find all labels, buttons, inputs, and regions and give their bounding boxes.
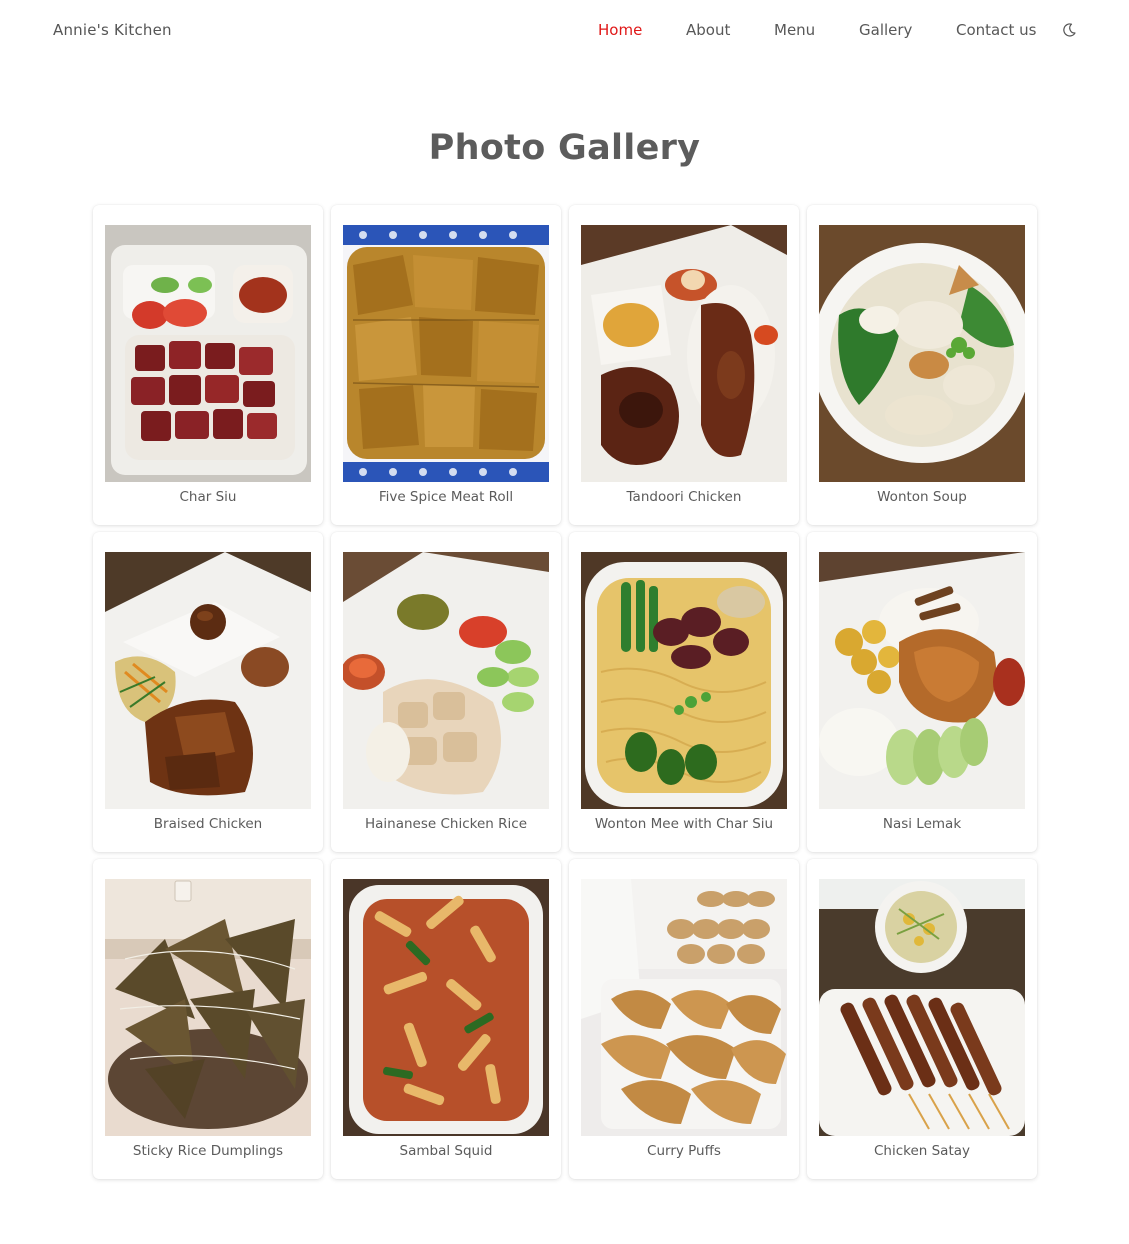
photo-caption: Chicken Satay (873, 1143, 971, 1159)
nav-menu[interactable]: Menu (774, 21, 815, 39)
nasi-lemak-photo[interactable] (819, 552, 1025, 809)
gallery-card[interactable]: Wonton Soup (807, 205, 1037, 525)
gallery-card[interactable]: Sticky Rice Dumplings (93, 859, 323, 1179)
navbar: Annie's Kitchen Home About Menu Gallery … (0, 0, 1129, 62)
photo-caption: Braised Chicken (153, 816, 263, 832)
gallery-card[interactable]: Wonton Mee with Char Siu (569, 532, 799, 852)
photo-caption: Wonton Soup (877, 489, 967, 505)
photo-caption: Curry Puffs (647, 1143, 721, 1159)
moon-icon[interactable] (1061, 22, 1077, 38)
gallery-card[interactable]: Nasi Lemak (807, 532, 1037, 852)
photo-caption: Five Spice Meat Roll (378, 489, 514, 505)
photo-caption: Sambal Squid (399, 1143, 493, 1159)
hainanese-chicken-rice-photo[interactable] (343, 552, 549, 809)
gallery-card[interactable]: Braised Chicken (93, 532, 323, 852)
nav-contact[interactable]: Contact us (956, 21, 1036, 39)
sambal-squid-photo[interactable] (343, 879, 549, 1136)
photo-caption: Hainanese Chicken Rice (365, 816, 527, 832)
photo-caption: Tandoori Chicken (626, 489, 742, 505)
nav-home[interactable]: Home (598, 21, 642, 39)
gallery-card[interactable]: Tandoori Chicken (569, 205, 799, 525)
gallery-card[interactable]: Char Siu (93, 205, 323, 525)
gallery-card[interactable]: Hainanese Chicken Rice (331, 532, 561, 852)
photo-caption: Sticky Rice Dumplings (132, 1143, 284, 1159)
photo-caption: Char Siu (179, 489, 237, 505)
curry-puffs-photo[interactable] (581, 879, 787, 1136)
wonton-mee-photo[interactable] (581, 552, 787, 809)
gallery-card[interactable]: Curry Puffs (569, 859, 799, 1179)
page-title: Photo Gallery (428, 128, 701, 168)
nav-links: Home About Menu Gallery Contact us (0, 21, 1129, 43)
wonton-soup-photo[interactable] (819, 225, 1025, 482)
tandoori-chicken-photo[interactable] (581, 225, 787, 482)
five-spice-meat-roll-photo[interactable] (343, 225, 549, 482)
sticky-rice-dumplings-photo[interactable] (105, 879, 311, 1136)
nav-gallery[interactable]: Gallery (859, 21, 912, 39)
chicken-satay-photo[interactable] (819, 879, 1025, 1136)
nav-about[interactable]: About (686, 21, 730, 39)
char-siu-photo[interactable] (105, 225, 311, 482)
gallery-card[interactable]: Five Spice Meat Roll (331, 205, 561, 525)
photo-caption: Wonton Mee with Char Siu (594, 816, 774, 832)
photo-caption: Nasi Lemak (882, 816, 962, 832)
gallery-card[interactable]: Sambal Squid (331, 859, 561, 1179)
braised-chicken-photo[interactable] (105, 552, 311, 809)
gallery-card[interactable]: Chicken Satay (807, 859, 1037, 1179)
